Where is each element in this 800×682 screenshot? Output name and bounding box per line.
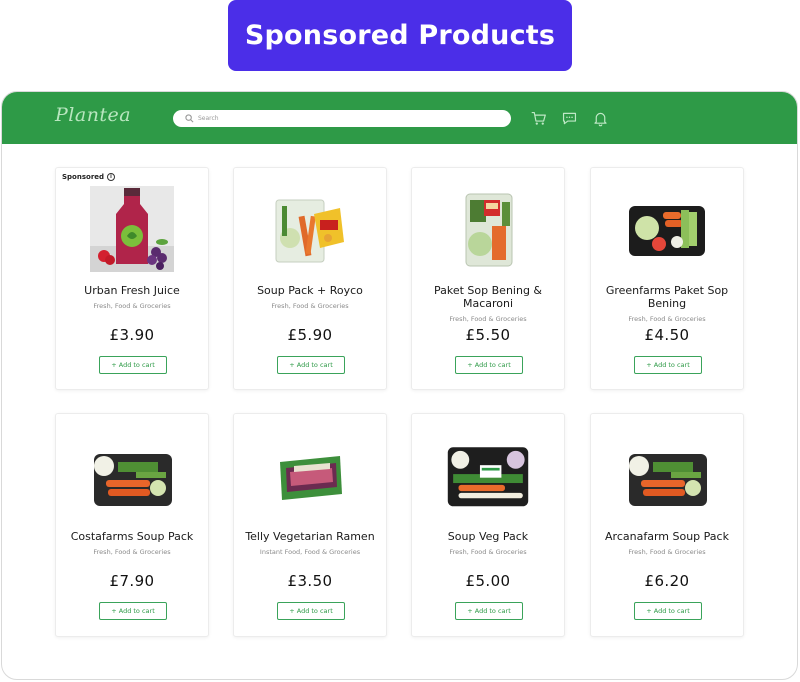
product-category: Fresh, Food & Groceries xyxy=(449,548,527,556)
product-name[interactable]: Telly Vegetarian Ramen xyxy=(240,530,380,543)
search-bar[interactable] xyxy=(173,110,511,127)
product-name[interactable]: Greenfarms Paket Sop Bening xyxy=(597,284,737,310)
product-image[interactable] xyxy=(268,432,352,518)
sponsored-tag: Sponsored i xyxy=(62,173,116,181)
add-to-cart-button[interactable]: + Add to cart xyxy=(99,356,167,374)
app-window: Plantea Search Sponsored i Urban Fresh J… xyxy=(1,91,798,680)
bell-icon[interactable] xyxy=(592,110,609,127)
add-to-cart-button[interactable]: + Add to cart xyxy=(277,356,345,374)
product-price: £5.50 xyxy=(465,326,511,344)
add-to-cart-button[interactable]: + Add to cart xyxy=(455,356,523,374)
product-price: £6.20 xyxy=(644,572,690,590)
product-card[interactable]: Greenfarms Paket Sop Bening Fresh, Food … xyxy=(590,167,744,390)
product-category: Instant Food, Food & Groceries xyxy=(259,548,361,556)
product-category: Fresh, Food & Groceries xyxy=(93,548,171,556)
product-image[interactable] xyxy=(625,432,709,518)
add-to-cart-button[interactable]: + Add to cart xyxy=(634,356,702,374)
sponsored-products-banner: Sponsored Products xyxy=(228,0,572,71)
product-name[interactable]: Soup Pack + Royco xyxy=(240,284,380,297)
product-card[interactable]: Telly Vegetarian Ramen Instant Food, Foo… xyxy=(233,413,387,637)
banner-title: Sponsored Products xyxy=(244,20,556,51)
add-to-cart-button[interactable]: + Add to cart xyxy=(455,602,523,620)
product-category: Fresh, Food & Groceries xyxy=(271,302,349,310)
search-icon xyxy=(185,114,194,123)
product-name[interactable]: Soup Veg Pack xyxy=(418,530,558,543)
product-image[interactable] xyxy=(268,186,352,272)
product-category: Fresh, Food & Groceries xyxy=(628,315,706,323)
product-name[interactable]: Paket Sop Bening & Macaroni xyxy=(418,284,558,310)
product-image[interactable] xyxy=(625,186,709,272)
product-category: Fresh, Food & Groceries xyxy=(449,315,527,323)
product-category: Fresh, Food & Groceries xyxy=(628,548,706,556)
product-name[interactable]: Arcanafarm Soup Pack xyxy=(597,530,737,543)
product-name[interactable]: Costafarms Soup Pack xyxy=(62,530,202,543)
product-price: £5.00 xyxy=(465,572,511,590)
search-input[interactable] xyxy=(198,111,498,126)
product-category: Fresh, Food & Groceries xyxy=(93,302,171,310)
add-to-cart-button[interactable]: + Add to cart xyxy=(99,602,167,620)
add-to-cart-button[interactable]: + Add to cart xyxy=(277,602,345,620)
app-logo[interactable]: Plantea xyxy=(55,104,131,126)
product-card[interactable]: Costafarms Soup Pack Fresh, Food & Groce… xyxy=(55,413,209,637)
cart-icon[interactable] xyxy=(530,110,547,127)
product-image[interactable] xyxy=(90,432,174,518)
message-icon[interactable] xyxy=(561,110,578,127)
product-card[interactable]: Paket Sop Bening & Macaroni Fresh, Food … xyxy=(411,167,565,390)
product-price: £5.90 xyxy=(287,326,333,344)
info-icon[interactable]: i xyxy=(107,173,116,181)
product-price: £7.90 xyxy=(109,572,155,590)
product-image[interactable] xyxy=(446,186,530,272)
product-card[interactable]: Sponsored i Urban Fresh Juice Fresh, Foo… xyxy=(55,167,209,390)
product-price: £3.50 xyxy=(287,572,333,590)
product-card[interactable]: Soup Pack + Royco Fresh, Food & Grocerie… xyxy=(233,167,387,390)
product-image[interactable] xyxy=(446,432,530,518)
top-navigation-bar: Plantea xyxy=(2,92,797,144)
product-price: £3.90 xyxy=(109,326,155,344)
product-card[interactable]: Arcanafarm Soup Pack Fresh, Food & Groce… xyxy=(590,413,744,637)
product-price: £4.50 xyxy=(644,326,690,344)
product-card[interactable]: Soup Veg Pack Fresh, Food & Groceries £5… xyxy=(411,413,565,637)
product-image[interactable] xyxy=(90,186,174,272)
product-name[interactable]: Urban Fresh Juice xyxy=(62,284,202,297)
add-to-cart-button[interactable]: + Add to cart xyxy=(634,602,702,620)
